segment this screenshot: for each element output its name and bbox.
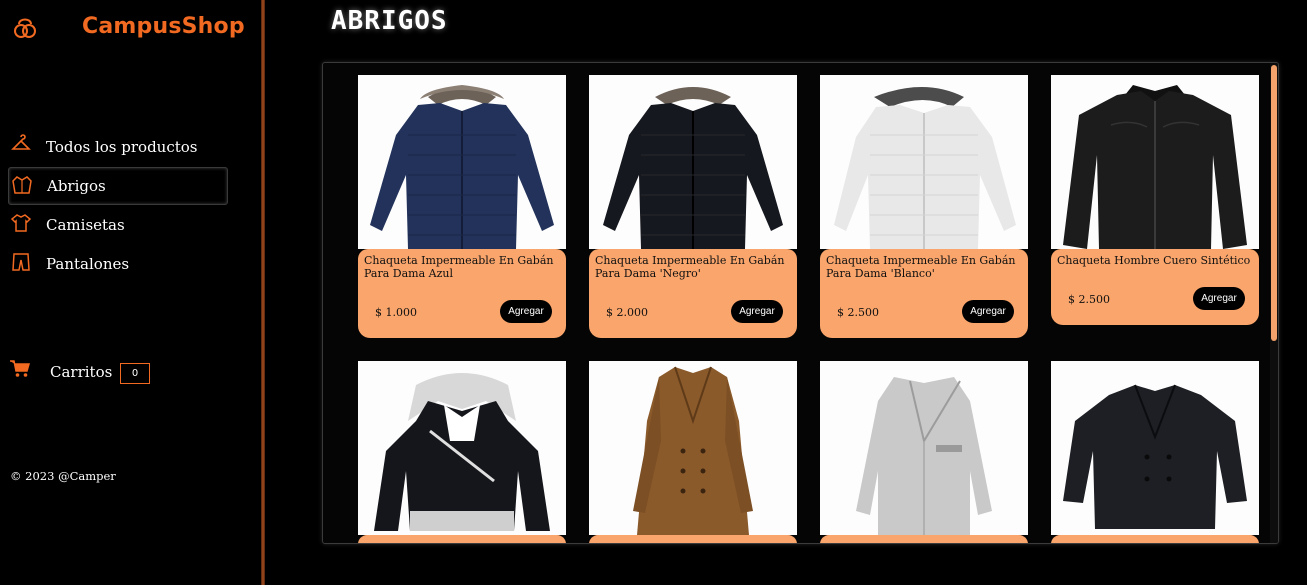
nav-label: Pantalones bbox=[46, 255, 130, 273]
nav-item-all-products[interactable]: Todos los productos bbox=[8, 128, 228, 166]
cart-icon[interactable] bbox=[10, 360, 30, 378]
page-title: ABRIGOS bbox=[331, 6, 448, 36]
nav-label: Camisetas bbox=[46, 216, 125, 234]
add-to-cart-button[interactable]: Agregar bbox=[1193, 287, 1245, 310]
product-name: Chaqueta Impermeable En Gabán Para Dama … bbox=[364, 254, 554, 280]
nav-item-pantalones[interactable]: Pantalones bbox=[8, 245, 228, 283]
product-info bbox=[589, 535, 797, 543]
product-info bbox=[358, 535, 566, 543]
product-image bbox=[820, 361, 1028, 535]
add-to-cart-button[interactable]: Agregar bbox=[962, 300, 1014, 323]
navy-parka-image bbox=[370, 85, 554, 249]
product-info: Chaqueta Impermeable En Gabán Para Dama … bbox=[589, 249, 797, 338]
product-image bbox=[820, 75, 1028, 249]
nav-label: Abrigos bbox=[47, 177, 106, 195]
black-parka-image bbox=[603, 87, 783, 249]
product-info: Chaqueta Impermeable En Gabán Para Dama … bbox=[358, 249, 566, 338]
campus-logo-icon[interactable] bbox=[10, 14, 40, 44]
product-price: $ 2.500 bbox=[1068, 293, 1110, 306]
product-info bbox=[1051, 535, 1259, 543]
coat-icon bbox=[12, 176, 32, 194]
product-price: $ 2.000 bbox=[606, 306, 648, 319]
footer-copyright: © 2023 @Camper bbox=[10, 469, 116, 483]
pants-icon bbox=[12, 253, 30, 271]
product-info: Chaqueta Hombre Cuero Sintético $ 2.500 … bbox=[1051, 249, 1259, 325]
product-image bbox=[358, 75, 566, 249]
hooded-jacket-image bbox=[374, 373, 550, 531]
sidebar: CampusShop Todos los productos Abrigos C… bbox=[0, 0, 262, 585]
sidebar-divider bbox=[261, 0, 265, 585]
product-name: Chaqueta Impermeable En Gabán Para Dama … bbox=[595, 254, 785, 280]
product-image bbox=[1051, 361, 1259, 535]
grey-coat-image bbox=[856, 377, 992, 535]
cart-count-badge: 0 bbox=[120, 363, 150, 384]
nav-item-abrigos[interactable]: Abrigos bbox=[8, 167, 228, 205]
peacoat-image bbox=[1063, 384, 1247, 529]
product-image bbox=[358, 361, 566, 535]
product-name: Chaqueta Impermeable En Gabán Para Dama … bbox=[826, 254, 1016, 280]
tshirt-icon bbox=[10, 214, 32, 232]
product-info bbox=[820, 535, 1028, 543]
white-parka-image bbox=[834, 87, 1016, 249]
product-image bbox=[1051, 75, 1259, 249]
product-name: Chaqueta Hombre Cuero Sintético bbox=[1057, 254, 1251, 267]
nav-label: Todos los productos bbox=[46, 138, 198, 156]
product-info: Chaqueta Impermeable En Gabán Para Dama … bbox=[820, 249, 1028, 338]
cart-label[interactable]: Carritos bbox=[50, 363, 112, 381]
nav-item-camisetas[interactable]: Camisetas bbox=[8, 206, 228, 244]
product-price: $ 1.000 bbox=[375, 306, 417, 319]
panel-scrollbar[interactable] bbox=[1270, 63, 1278, 543]
product-image bbox=[589, 75, 797, 249]
add-to-cart-button[interactable]: Agregar bbox=[500, 300, 552, 323]
brown-coat-image bbox=[633, 366, 753, 535]
add-to-cart-button[interactable]: Agregar bbox=[731, 300, 783, 323]
hanger-icon bbox=[11, 134, 31, 150]
brand-name[interactable]: CampusShop bbox=[82, 14, 245, 39]
scrollbar-thumb[interactable] bbox=[1271, 65, 1277, 341]
product-panel: Chaqueta Impermeable En Gabán Para Dama … bbox=[322, 62, 1279, 544]
cart[interactable]: Carritos 0 bbox=[10, 356, 260, 386]
product-price: $ 2.500 bbox=[837, 306, 879, 319]
leather-jacket-image bbox=[1063, 85, 1247, 249]
product-image bbox=[589, 361, 797, 535]
